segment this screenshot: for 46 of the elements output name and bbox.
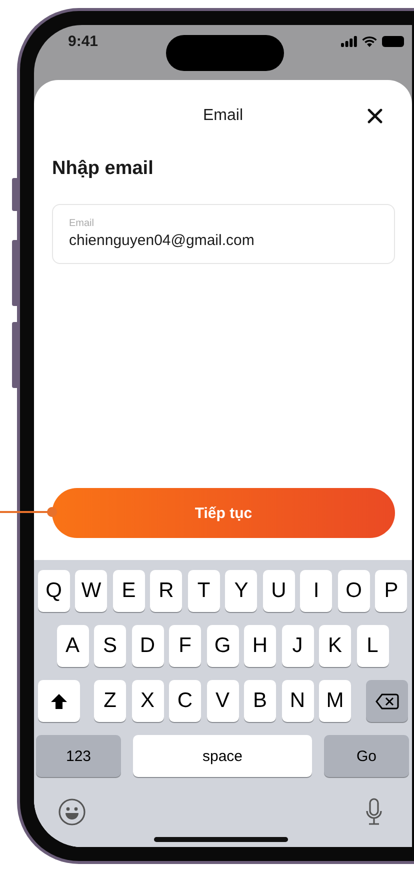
status-time: 9:41 xyxy=(68,33,98,50)
keyboard-key[interactable]: B xyxy=(244,680,276,722)
keyboard-key[interactable]: I xyxy=(300,570,332,612)
sheet-heading: Nhập email xyxy=(52,158,154,180)
keyboard-key[interactable]: Q xyxy=(38,570,70,612)
keyboard-key[interactable]: U xyxy=(262,570,295,612)
keyboard-key[interactable]: D xyxy=(132,625,164,667)
keyboard-key[interactable]: T xyxy=(188,570,220,612)
keyboard-key[interactable]: E xyxy=(112,570,145,612)
backspace-icon xyxy=(374,692,398,710)
shift-key[interactable] xyxy=(38,680,80,722)
keyboard-key[interactable]: Y xyxy=(225,570,258,612)
keyboard-key[interactable]: R xyxy=(150,570,182,612)
keyboard-key[interactable]: G xyxy=(206,625,238,667)
keyboard-key[interactable]: O xyxy=(338,570,370,612)
emoji-icon[interactable] xyxy=(58,798,86,826)
keyboard-key[interactable]: F xyxy=(169,625,201,667)
keyboard-key[interactable]: J xyxy=(282,625,314,667)
field-value: chiennguyen04@gmail.com xyxy=(69,232,256,249)
arrow-up-icon xyxy=(50,692,68,710)
keyboard-key[interactable]: K xyxy=(319,625,351,667)
keyboard-key[interactable]: M xyxy=(319,680,351,722)
keyboard-key[interactable]: Z xyxy=(94,680,126,722)
go-key[interactable]: Go xyxy=(324,735,409,777)
leader-line xyxy=(0,506,58,518)
signal-icon xyxy=(341,36,357,47)
keyboard-key[interactable]: X xyxy=(132,680,164,722)
keyboard-key[interactable]: A xyxy=(56,625,88,667)
microphone-icon[interactable] xyxy=(365,798,383,826)
field-label: Email xyxy=(69,218,96,229)
battery-icon xyxy=(382,36,404,47)
email-field[interactable]: Email chiennguyen04@gmail.com xyxy=(52,204,395,264)
keyboard-key[interactable]: S xyxy=(94,625,126,667)
keyboard-key[interactable]: L xyxy=(356,625,388,667)
sheet-title: Email xyxy=(202,107,243,125)
numbers-key[interactable]: 123 xyxy=(36,735,122,777)
backspace-key[interactable] xyxy=(366,680,408,722)
close-button[interactable] xyxy=(365,106,385,126)
wifi-icon xyxy=(362,36,377,47)
keyboard-key[interactable]: W xyxy=(75,570,108,612)
space-key[interactable]: space xyxy=(132,735,312,777)
keyboard-key[interactable]: N xyxy=(282,680,314,722)
keyboard-key[interactable]: V xyxy=(206,680,238,722)
keyboard-key[interactable]: C xyxy=(169,680,201,722)
keyboard-key[interactable]: H xyxy=(244,625,276,667)
keyboard-key[interactable]: P xyxy=(375,570,408,612)
